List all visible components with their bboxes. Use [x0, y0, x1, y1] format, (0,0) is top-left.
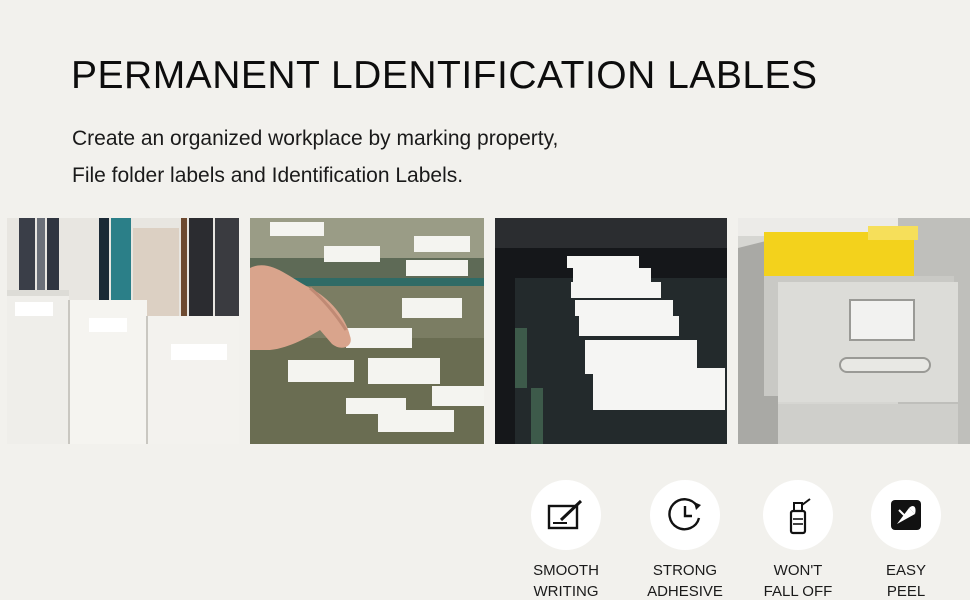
- photo-magazine-holders: [7, 218, 239, 444]
- feature-label-line1: EASY: [885, 562, 927, 579]
- feature-wont-fall-off: WON'T FALL OFF: [743, 480, 853, 600]
- peel-icon: [871, 480, 941, 550]
- feature-label-line1: STRONG: [652, 562, 718, 579]
- photo-greeting-card-files: [495, 218, 727, 444]
- page-title: PERMANENT LDENTIFICATION LABLES: [71, 54, 818, 97]
- feature-label-line2: ADHESIVE: [647, 583, 723, 600]
- feature-strong-adhesive: STRONG ADHESIVE: [630, 480, 740, 600]
- pen-writing-icon: [531, 480, 601, 550]
- feature-label-line2: FALL OFF: [763, 583, 833, 600]
- subtitle-line-2: File folder labels and Identification La…: [72, 164, 464, 187]
- photo-filing-cabinet: [738, 218, 970, 444]
- photo-hanging-files: [250, 218, 484, 444]
- feature-smooth-writing: SMOOTH WRITING: [511, 480, 621, 600]
- feature-easy-peel: EASY PEEL: [851, 480, 961, 600]
- feature-label-line1: SMOOTH: [533, 562, 599, 579]
- feature-label-line1: WON'T: [773, 562, 823, 579]
- subtitle-line-1: Create an organized workplace by marking…: [72, 127, 559, 150]
- spray-bottle-icon: [763, 480, 833, 550]
- clock-icon: [650, 480, 720, 550]
- feature-label-line2: PEEL: [886, 583, 926, 600]
- feature-label-line2: WRITING: [533, 583, 599, 600]
